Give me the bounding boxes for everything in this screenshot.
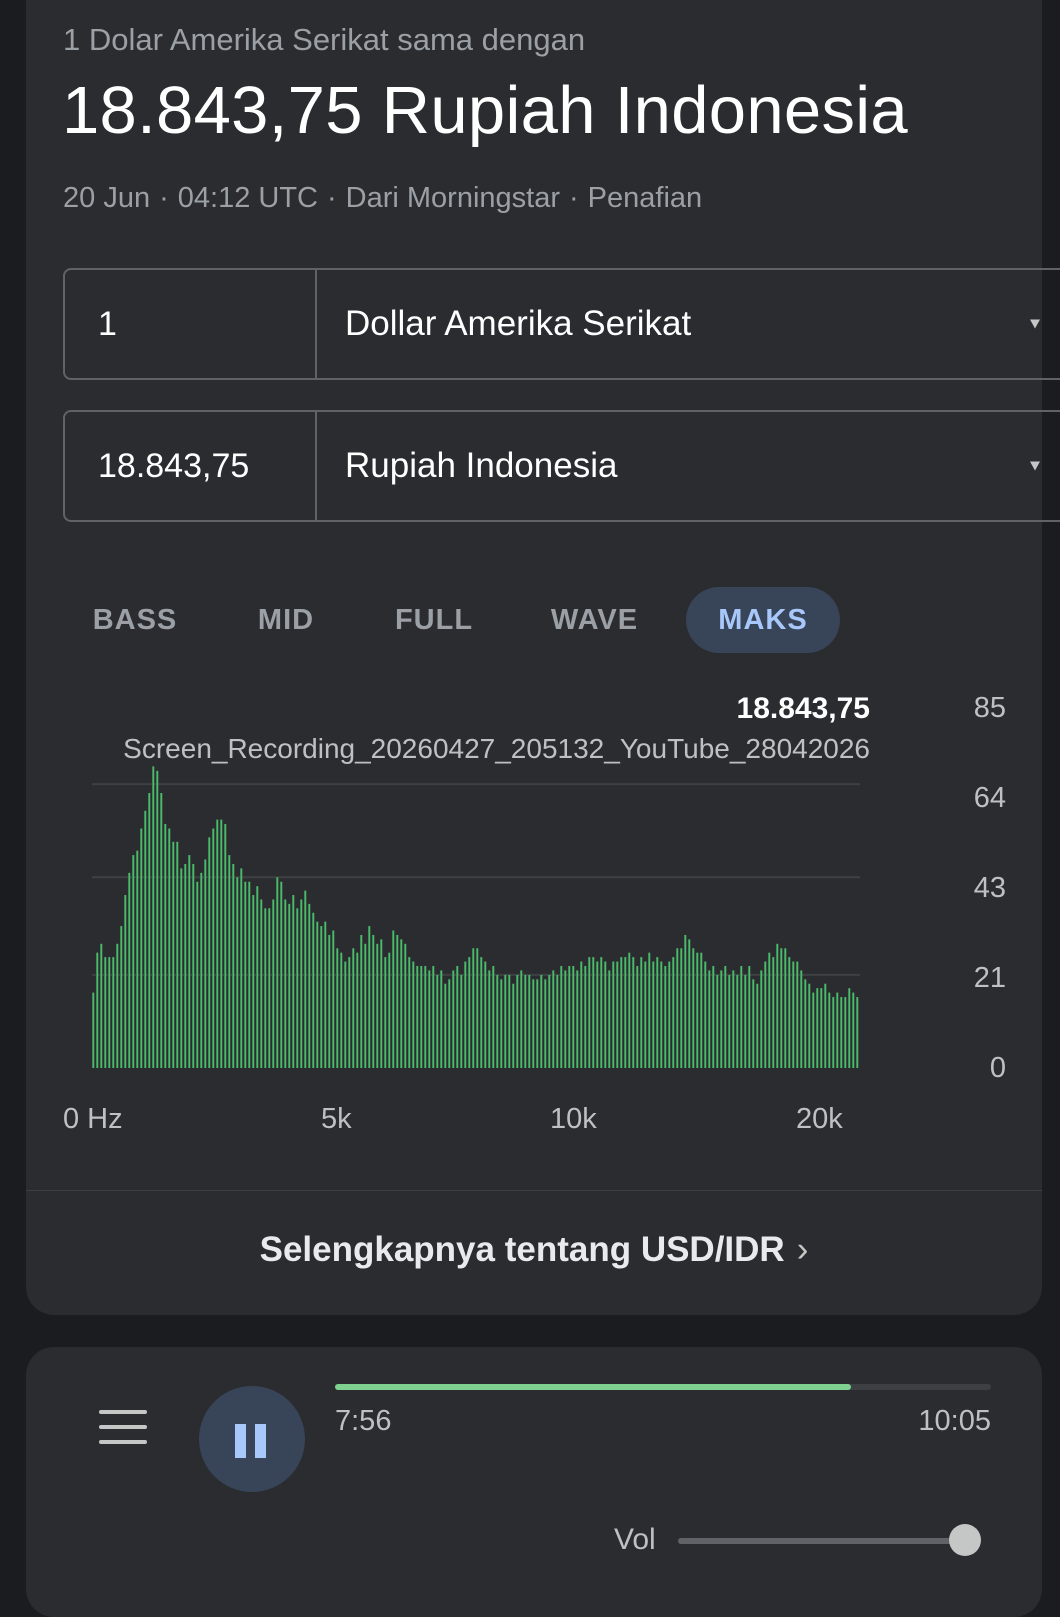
y-tick-label: 21: [973, 962, 1006, 994]
current-time: 7:56: [335, 1405, 392, 1437]
separator: ·: [159, 182, 169, 214]
y-tick-label: 64: [973, 782, 1006, 814]
conversion-subtitle: 1 Dolar Amerika Serikat sama dengan: [63, 22, 586, 57]
tab-full[interactable]: FULL: [376, 587, 492, 653]
from-currency-label: Dollar Amerika Serikat: [345, 304, 692, 343]
pause-icon: [235, 1424, 246, 1458]
from-currency-select[interactable]: Dollar Amerika Serikat: [317, 270, 1060, 378]
to-currency-select[interactable]: Rupiah Indonesia: [317, 412, 1060, 520]
readout-value: 18.843,75: [736, 692, 870, 725]
divider: [26, 1190, 1042, 1191]
y-tick-label: 43: [973, 872, 1006, 904]
to-currency-row: 18.843,75 Rupiah Indonesia: [63, 410, 1060, 522]
chevron-right-icon: ›: [796, 1230, 809, 1269]
tab-mid[interactable]: MID: [236, 587, 336, 653]
x-tick-label: 20k: [796, 1103, 843, 1135]
playback-progress-bar[interactable]: [335, 1384, 991, 1390]
separator: ·: [326, 182, 337, 214]
conversion-result: 18.843,75 Rupiah Indonesia: [62, 73, 908, 148]
x-tick-label: 0 Hz: [63, 1103, 123, 1135]
progress-fill: [335, 1384, 852, 1390]
more-about-label: Selengkapnya tentang USD/IDR: [259, 1230, 785, 1269]
volume-fill: [678, 1538, 966, 1544]
x-tick-label: 10k: [550, 1103, 597, 1135]
y-tick-label: 0: [989, 1052, 1006, 1084]
y-tick-label: 85: [973, 692, 1006, 724]
dropdown-caret-icon: [1030, 319, 1040, 329]
rate-source-link[interactable]: Dari Morningstar: [346, 182, 560, 214]
disclaimer-link[interactable]: Penafian: [588, 182, 703, 214]
x-tick-label: 5k: [321, 1103, 352, 1135]
volume-slider-thumb[interactable]: [949, 1524, 982, 1556]
from-currency-row: 1 Dollar Amerika Serikat: [63, 268, 1060, 380]
tab-wave[interactable]: WAVE: [532, 587, 657, 653]
menu-icon[interactable]: [99, 1410, 147, 1446]
dropdown-caret-icon: [1030, 461, 1040, 471]
to-currency-label: Rupiah Indonesia: [345, 446, 618, 485]
volume-slider[interactable]: [678, 1538, 974, 1544]
more-about-link[interactable]: Selengkapnya tentang USD/IDR ›: [26, 1230, 1042, 1270]
tab-bass[interactable]: BASS: [76, 587, 194, 653]
track-name: Screen_Recording_20260427_205132_YouTube…: [123, 733, 870, 764]
volume-label: Vol: [614, 1523, 656, 1556]
rate-time: 04:12 UTC: [177, 182, 318, 214]
rate-meta: 20 Jun · 04:12 UTC · Dari Morningstar · Penafi…: [63, 182, 702, 215]
separator: ·: [569, 182, 579, 214]
from-amount-input[interactable]: 1: [65, 270, 317, 378]
tab-maks[interactable]: MAKS: [686, 587, 840, 653]
rate-date: 20 Jun: [63, 182, 151, 214]
to-amount-input[interactable]: 18.843,75: [65, 412, 317, 520]
total-time: 10:05: [918, 1405, 991, 1437]
play-pause-button[interactable]: [199, 1386, 305, 1492]
